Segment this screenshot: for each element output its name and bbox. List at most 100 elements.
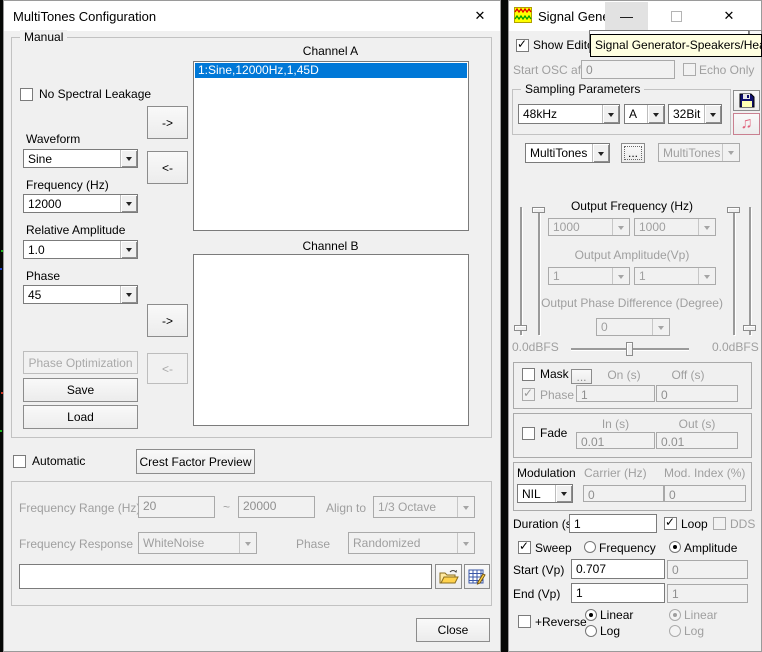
relative-amplitude-label: Relative Amplitude <box>26 224 125 237</box>
show-editor-checkbox[interactable]: ✓ <box>516 39 529 52</box>
sweep-amplitude-radio[interactable] <box>669 541 681 553</box>
sweep-frequency-radio[interactable] <box>584 541 596 553</box>
output-amplitude-a-select: 1 <box>548 267 630 285</box>
bit-depth-select[interactable]: 32Bit <box>668 104 722 124</box>
chevron-down-icon[interactable] <box>555 485 572 502</box>
duration-label: Duration (s) <box>513 518 576 531</box>
check-icon: ✓ <box>519 540 529 552</box>
close-dialog-button[interactable]: Close <box>416 618 490 642</box>
level-slider-left-outer[interactable] <box>520 207 522 335</box>
mask-checkbox[interactable] <box>522 368 535 381</box>
frequency-range-from-field: 20 <box>138 496 215 518</box>
maximize-button[interactable] <box>655 2 698 30</box>
channel-select[interactable]: A <box>624 104 665 124</box>
load-button[interactable]: Load <box>23 405 138 429</box>
close-button[interactable]: ✕ <box>705 2 753 30</box>
duration-field[interactable]: 1 <box>569 514 657 533</box>
loop-checkbox[interactable]: ✓ <box>664 517 677 530</box>
range-separator: ~ <box>223 501 230 514</box>
level-slider-right-inner[interactable] <box>733 207 735 335</box>
check-icon: ✓ <box>665 516 675 528</box>
frequency-label: Frequency (Hz) <box>26 179 109 192</box>
level-slider-left-inner-thumb[interactable] <box>532 207 545 213</box>
save-button[interactable]: Save <box>23 378 138 402</box>
sweep-scale-linear-radio[interactable] <box>585 609 597 621</box>
manual-group-label: Manual <box>20 30 67 44</box>
sweep-start-field[interactable]: 0.707 <box>571 559 665 579</box>
level-slider-left-inner[interactable] <box>538 207 540 335</box>
signal-generator-window: Signal Gener... — ✕ ✓ Show Edito Signal … <box>508 0 762 652</box>
output-amplitude-b-select: 1 <box>634 267 716 285</box>
auto-phase-label: Phase <box>296 538 330 551</box>
play-tone-button[interactable]: ♫ <box>733 113 760 135</box>
crest-factor-preview-button[interactable]: Crest Factor Preview <box>136 449 255 474</box>
level-slider-left-outer-thumb[interactable] <box>514 325 527 331</box>
output-frequency-b-select: 1000 <box>634 218 716 236</box>
sampling-parameters-label: Sampling Parameters <box>521 82 644 96</box>
chevron-down-icon[interactable] <box>704 105 721 123</box>
edit-table-button[interactable] <box>464 564 490 589</box>
open-file-button[interactable] <box>435 564 462 589</box>
background-pixel <box>0 268 2 270</box>
sweep-checkbox[interactable]: ✓ <box>518 541 531 554</box>
chevron-down-icon[interactable] <box>120 286 137 303</box>
remove-from-channel-b-button: <- <box>147 353 188 384</box>
phase-select[interactable]: 45 <box>23 285 138 304</box>
chevron-down-icon <box>698 219 715 235</box>
modulation-type-select[interactable]: NIL <box>517 484 573 503</box>
echo-only-checkbox <box>683 63 696 76</box>
window-title: MultiTones Configuration <box>13 9 156 24</box>
fade-checkbox[interactable] <box>522 427 535 440</box>
level-slider-right-outer-thumb[interactable] <box>743 325 756 331</box>
phase-optimization-button: Phase Optimization <box>23 351 138 374</box>
remove-from-channel-a-button[interactable]: <- <box>147 151 188 184</box>
mod-index-label: Mod. Index (%) <box>664 467 745 480</box>
save-signal-button[interactable] <box>733 90 760 111</box>
show-editor-label: Show Edito <box>533 39 594 52</box>
channel-b-listbox[interactable] <box>193 254 469 426</box>
signal-type-a-select[interactable]: MultiTones <box>525 143 610 163</box>
waveform-select[interactable]: Sine <box>23 149 138 168</box>
add-to-channel-b-button[interactable]: -> <box>147 304 188 337</box>
output-frequency-b-value: 1000 <box>635 220 698 234</box>
open-folder-icon <box>439 569 459 585</box>
sample-rate-select[interactable]: 48kHz <box>518 104 620 124</box>
chevron-down-icon[interactable] <box>120 150 137 167</box>
chevron-down-icon[interactable] <box>647 105 664 123</box>
list-item[interactable]: 1:Sine,12000Hz,1,45D <box>195 63 467 78</box>
mask-off-field: 0 <box>656 385 738 402</box>
level-slider-right-inner-thumb[interactable] <box>727 207 740 213</box>
level-slider-right-outer[interactable] <box>749 207 751 335</box>
minimize-button[interactable]: — <box>605 2 648 30</box>
reverse-label: +Reverse <box>535 616 587 629</box>
chevron-down-icon[interactable] <box>592 144 609 162</box>
maximize-icon <box>671 11 682 22</box>
add-to-channel-a-button[interactable]: -> <box>147 106 188 139</box>
chevron-down-icon[interactable] <box>120 195 137 212</box>
sample-rate-value: 48kHz <box>519 107 602 121</box>
fade-out-label: Out (s) <box>656 418 738 431</box>
close-button[interactable]: ✕ <box>462 2 498 30</box>
desktop: MultiTones Configuration ✕ Manual No Spe… <box>0 0 762 652</box>
close-icon: ✕ <box>475 8 486 24</box>
automatic-checkbox[interactable] <box>13 455 26 468</box>
relative-amplitude-select[interactable]: 1.0 <box>23 240 138 259</box>
signal-type-b-select: MultiTones <box>658 143 740 162</box>
channel-a-listbox[interactable]: 1:Sine,12000Hz,1,45D <box>193 61 469 231</box>
reverse-checkbox[interactable] <box>518 615 531 628</box>
tooltip: Signal Generator-Speakers/Hea <box>590 34 762 57</box>
no-spectral-leakage-checkbox[interactable] <box>20 88 33 101</box>
file-path-field[interactable] <box>19 564 432 589</box>
balance-slider-thumb[interactable] <box>626 342 633 356</box>
chevron-down-icon[interactable] <box>602 105 619 123</box>
chevron-down-icon[interactable] <box>120 241 137 258</box>
sweep-end-field[interactable]: 1 <box>571 583 665 603</box>
dbfs-left-label: 0.0dBFS <box>512 341 559 354</box>
sweep-scale-linear-label: Linear <box>600 609 633 622</box>
output-amplitude-label: Output Amplitude(Vp) <box>548 249 716 262</box>
sweep-scale-log-radio[interactable] <box>585 625 597 637</box>
signal-config-button[interactable]: ... <box>621 143 645 163</box>
frequency-select[interactable]: 12000 <box>23 194 138 213</box>
mask-more-button[interactable]: ... <box>571 369 592 384</box>
sweep-scale-log-b-label: Log <box>684 625 704 638</box>
